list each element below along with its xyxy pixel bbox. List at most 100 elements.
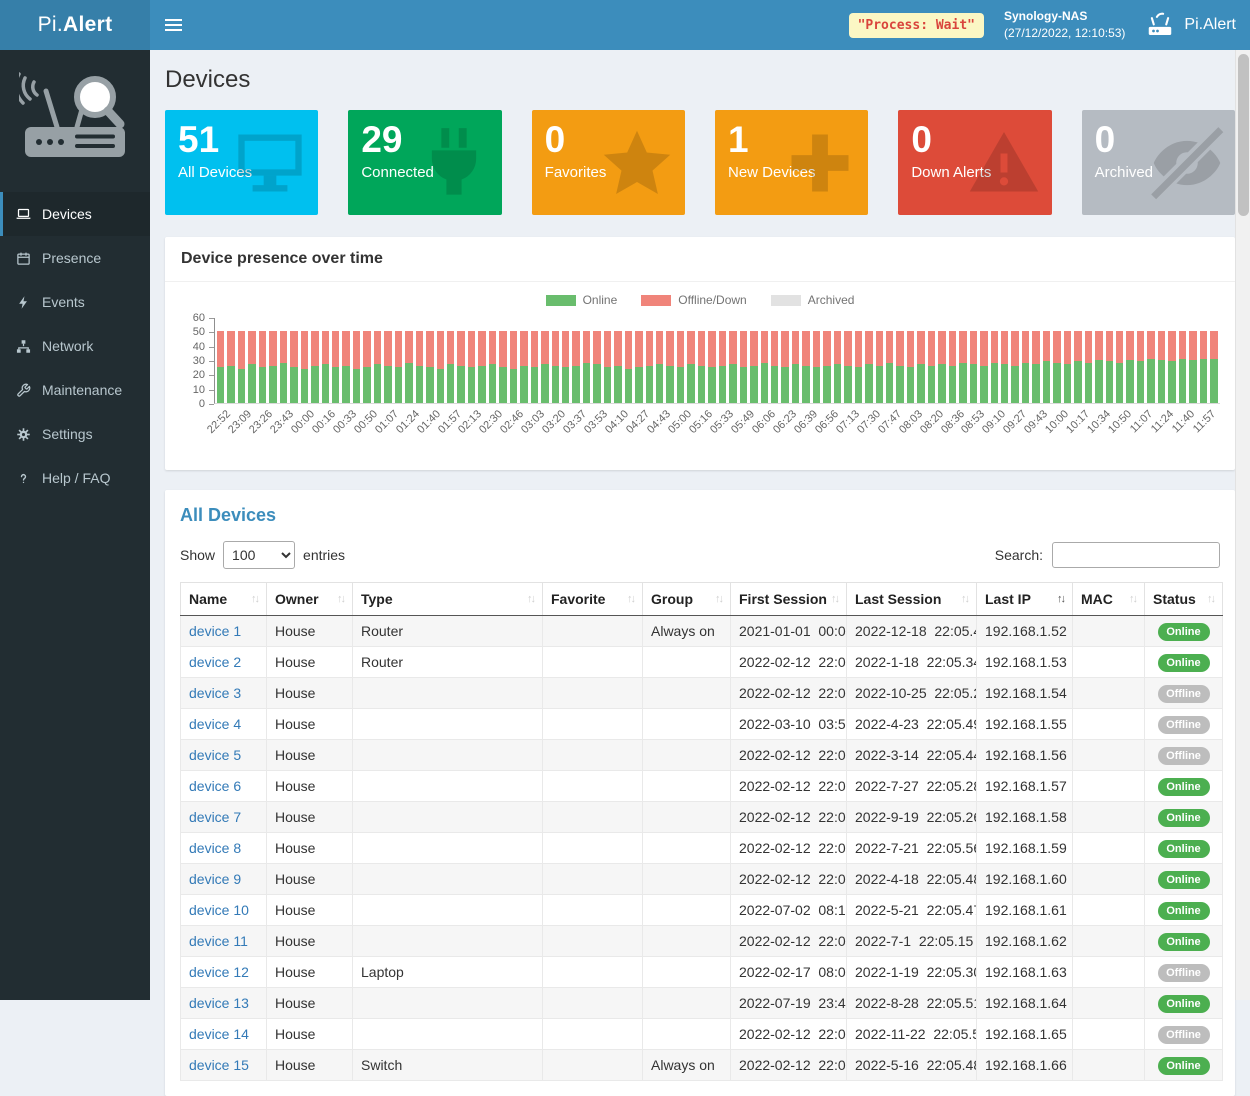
devices-table-head-row: Name↑↓Owner↑↓Type↑↓Favorite↑↓Group↑↓Firs…	[181, 583, 1223, 616]
table-cell: 192.168.1.64	[977, 988, 1073, 1019]
device-link[interactable]: device 7	[189, 809, 241, 825]
column-header-status[interactable]: Status↑↓	[1145, 583, 1223, 616]
infobox-connected[interactable]: 29Connected	[348, 110, 501, 215]
column-header-mac[interactable]: MAC↑↓	[1073, 583, 1145, 616]
table-cell: 2022-02-12 22:05	[731, 802, 847, 833]
sidebar-item-events[interactable]: Events	[0, 280, 150, 324]
chart-bar	[991, 331, 998, 403]
column-header-group[interactable]: Group↑↓	[643, 583, 731, 616]
scrollbar-thumb[interactable]	[1238, 54, 1249, 216]
chart-bar	[698, 331, 705, 403]
chart-bar	[562, 331, 569, 403]
infobox-all-devices[interactable]: 51All Devices	[165, 110, 318, 215]
device-link[interactable]: device 3	[189, 685, 241, 701]
table-cell: 2022-11-22 22:05.54	[847, 1019, 977, 1050]
table-cell	[543, 1050, 643, 1081]
device-link[interactable]: device 5	[189, 747, 241, 763]
chart-bar	[1053, 331, 1060, 403]
sidebar-item-maintenance[interactable]: Maintenance	[0, 368, 150, 412]
y-tick-label: 30	[193, 355, 205, 367]
star-icon	[599, 125, 675, 201]
host-name: Synology-NAS	[1004, 8, 1125, 25]
x-tick-label: 05:16	[687, 408, 715, 436]
device-link[interactable]: device 8	[189, 840, 241, 856]
device-link[interactable]: device 13	[189, 995, 249, 1011]
chart-bar	[792, 331, 799, 403]
x-tick-label: 06:23	[771, 408, 799, 436]
table-cell: device 8	[181, 833, 267, 864]
table-row: device 3House2022-02-12 22:052022-10-25 …	[181, 678, 1223, 709]
column-header-type[interactable]: Type↑↓	[353, 583, 543, 616]
infobox-archived[interactable]: 0Archived	[1082, 110, 1235, 215]
legend-item-archived[interactable]: Archived	[771, 293, 855, 307]
chart-bar	[928, 331, 935, 403]
chart-bar	[855, 331, 862, 403]
table-cell	[543, 833, 643, 864]
column-header-name[interactable]: Name↑↓	[181, 583, 267, 616]
last-session-value: 2022-9-19 22:05.26	[855, 809, 977, 825]
device-link[interactable]: device 9	[189, 871, 241, 887]
devices-panel-title: All Devices	[180, 505, 1220, 526]
device-link[interactable]: device 4	[189, 716, 241, 732]
device-link[interactable]: device 6	[189, 778, 241, 794]
column-header-owner[interactable]: Owner↑↓	[267, 583, 353, 616]
legend-label: Offline/Down	[678, 293, 746, 307]
sidebar-item-help-faq[interactable]: Help / FAQ	[0, 456, 150, 500]
chart-bar	[876, 331, 883, 403]
plug-icon	[416, 125, 492, 201]
bolt-icon	[16, 294, 32, 310]
column-header-favorite[interactable]: Favorite↑↓	[543, 583, 643, 616]
page-length-select[interactable]: 100	[223, 541, 295, 569]
network-icon	[16, 338, 32, 354]
first-session-value: 2022-02-12 22:05	[739, 933, 847, 949]
device-link[interactable]: device 14	[189, 1026, 249, 1042]
table-cell	[643, 1019, 731, 1050]
sidebar-item-settings[interactable]: Settings	[0, 412, 150, 456]
x-tick-label: 08:36	[939, 408, 967, 436]
chart-bar	[552, 331, 559, 403]
status-badge: Offline	[1158, 964, 1210, 982]
last-session-value: 2022-5-16 22:05.48	[855, 1057, 977, 1073]
last-session-value: 2022-7-27 22:05.28	[855, 778, 977, 794]
table-cell: 2022-02-12 22:05	[731, 647, 847, 678]
sidebar-toggle-button[interactable]	[150, 0, 196, 50]
legend-item-online[interactable]: Online	[546, 293, 618, 307]
sidebar-item-presence[interactable]: Presence	[0, 236, 150, 280]
legend-swatch	[771, 295, 801, 306]
infobox-down-alerts[interactable]: 0Down Alerts	[898, 110, 1051, 215]
first-session-value: 2022-02-12 22:05	[739, 871, 847, 887]
first-session-value: 2022-02-17 08:05	[739, 964, 847, 980]
column-header-last-session[interactable]: Last Session↑↓	[847, 583, 977, 616]
last-session-value: 2022-5-21 22:05.47	[855, 902, 977, 918]
chart-x-labels: 22:5223:0923:2623:4300:0000:1600:3300:50…	[214, 404, 1220, 458]
page-scrollbar[interactable]	[1235, 50, 1250, 1000]
device-link[interactable]: device 12	[189, 964, 249, 980]
device-link[interactable]: device 11	[189, 933, 248, 949]
table-search-input[interactable]	[1052, 542, 1220, 568]
device-link[interactable]: device 10	[189, 902, 249, 918]
device-link[interactable]: device 15	[189, 1057, 249, 1073]
infobox-favorites[interactable]: 0Favorites	[532, 110, 685, 215]
device-link[interactable]: device 2	[189, 654, 241, 670]
x-tick-label: 00:00	[289, 408, 317, 436]
navbar-brand[interactable]: Pi.Alert	[1145, 10, 1236, 40]
chart-bar	[1043, 331, 1050, 403]
sidebar-item-devices[interactable]: Devices	[0, 192, 150, 236]
app-logo[interactable]: Pi.Alert	[0, 0, 150, 50]
sidebar-item-network[interactable]: Network	[0, 324, 150, 368]
chart-bar	[217, 331, 224, 403]
table-cell	[543, 616, 643, 647]
table-cell: House	[267, 988, 353, 1019]
infobox-new-devices[interactable]: 1New Devices	[715, 110, 868, 215]
top-navbar: Pi.Alert "Process: Wait" Synology-NAS (2…	[0, 0, 1250, 50]
column-header-last-ip[interactable]: Last IP↑↓	[977, 583, 1073, 616]
chart-bar	[1106, 331, 1113, 403]
column-header-first-session[interactable]: First Session↑↓	[731, 583, 847, 616]
table-cell: Online	[1145, 895, 1223, 926]
table-cell: device 10	[181, 895, 267, 926]
table-row: device 9House2022-02-12 22:052022-4-18 2…	[181, 864, 1223, 895]
legend-item-offline-down[interactable]: Offline/Down	[641, 293, 746, 307]
device-link[interactable]: device 1	[189, 623, 241, 639]
chart-bar	[834, 331, 841, 403]
table-controls: Show 100 entries Search:	[180, 541, 1220, 569]
